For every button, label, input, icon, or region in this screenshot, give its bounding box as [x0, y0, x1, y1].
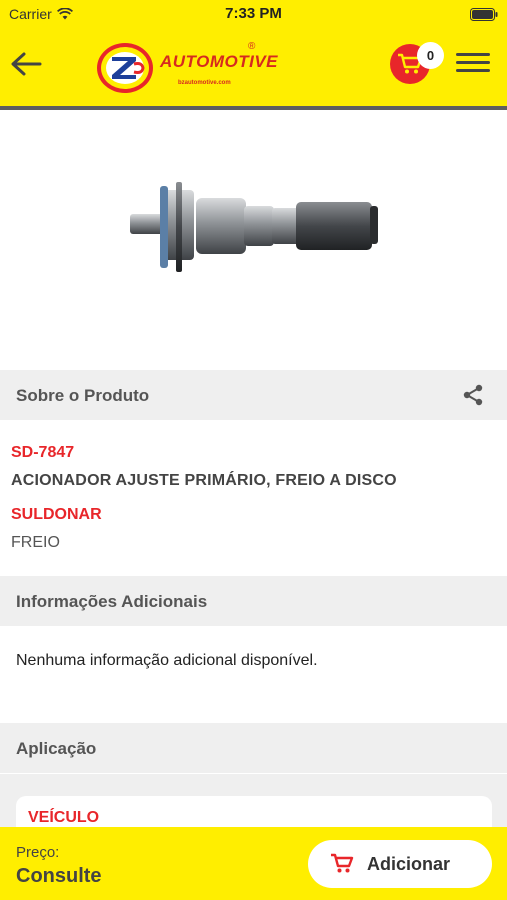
logo-wordmark: AUTOMOTIVE: [160, 52, 279, 71]
application-body: VEÍCULO: [0, 774, 507, 856]
hamburger-menu-icon: [456, 53, 490, 72]
product-code: SD-7847: [11, 444, 75, 461]
clock: 7:33 PM: [225, 5, 282, 22]
starter-drive-part-illustration: [130, 182, 378, 272]
about-section-header: Sobre o Produto: [0, 370, 507, 420]
logo-emblem: [97, 43, 153, 93]
product-name: ACIONADOR AJUSTE PRIMÁRIO, FREIO A DISCO: [11, 472, 397, 489]
product-category: FREIO: [11, 534, 60, 551]
price-footer: Preço: Consulte Adicionar: [0, 827, 507, 900]
cart-count-badge: 0: [417, 42, 444, 69]
additional-info-text: Nenhuma informação adicional disponível.: [16, 652, 318, 669]
battery-icon: [470, 8, 498, 21]
product-brand: SULDONAR: [11, 506, 102, 523]
application-title: Aplicação: [16, 739, 97, 758]
product-image: [0, 110, 507, 370]
additional-info-title: Informações Adicionais: [16, 592, 208, 611]
logo-registered-mark: ®: [248, 41, 256, 52]
additional-info-section-header: Informações Adicionais: [0, 576, 507, 626]
application-section-header: Aplicação: [0, 723, 507, 773]
status-bar: Carrier 7:33 PM: [0, 0, 507, 28]
add-to-cart-button[interactable]: Adicionar: [308, 840, 492, 888]
price-value: Consulte: [16, 865, 102, 887]
about-section-title: Sobre o Produto: [16, 386, 150, 405]
app-header: AUTOMOTIVE ® bzautomotive.com 0: [0, 28, 507, 106]
shopping-cart-icon: [331, 853, 354, 873]
price-label: Preço:: [16, 844, 60, 861]
vehicle-label: VEÍCULO: [28, 809, 100, 826]
arrow-left-icon: [11, 52, 42, 76]
brand-logo[interactable]: AUTOMOTIVE ® bzautomotive.com: [96, 38, 278, 98]
logo-url: bzautomotive.com: [178, 80, 231, 86]
add-button-label: Adicionar: [367, 854, 451, 874]
additional-info-body: Nenhuma informação adicional disponível.: [0, 626, 507, 723]
back-button[interactable]: [8, 46, 44, 82]
share-icon[interactable]: [461, 383, 485, 407]
menu-button[interactable]: [456, 48, 490, 80]
product-details: SD-7847 ACIONADOR AJUSTE PRIMÁRIO, FREIO…: [0, 420, 507, 575]
